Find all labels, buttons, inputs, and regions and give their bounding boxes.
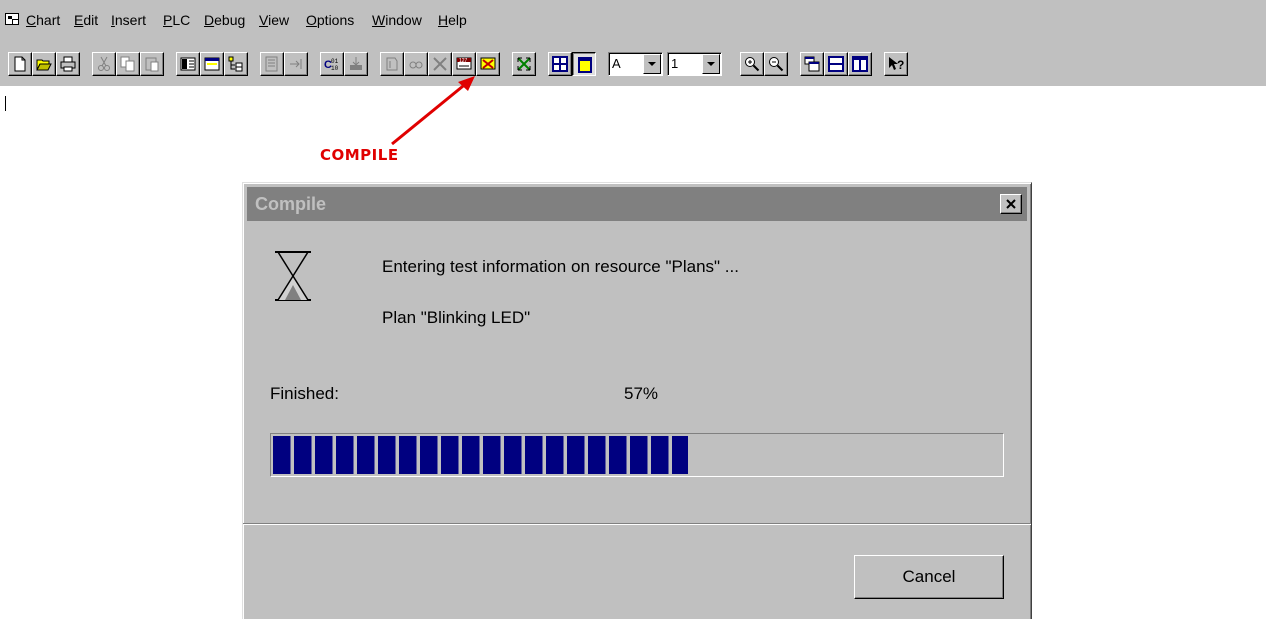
chevron-down-icon[interactable] xyxy=(702,54,720,74)
tile-horizontal-icon xyxy=(828,56,844,72)
menu-bar: Chart Edit Insert PLC Debug View Options… xyxy=(0,0,1266,38)
table-icon xyxy=(552,56,568,72)
breakpoint-icon xyxy=(433,57,447,71)
svg-text:127: 127 xyxy=(459,58,468,64)
plc-button[interactable] xyxy=(380,52,404,76)
menu-window[interactable]: Window xyxy=(372,11,422,29)
chart-window-icon[interactable] xyxy=(5,13,19,25)
step-icon xyxy=(290,59,302,69)
window-icon xyxy=(204,57,220,71)
plc-icon xyxy=(386,57,398,71)
tree-button[interactable] xyxy=(224,52,248,76)
progress-fill xyxy=(273,436,688,474)
step-button[interactable] xyxy=(284,52,308,76)
close-icon xyxy=(1006,199,1016,209)
list-button[interactable] xyxy=(260,52,284,76)
cascade-windows-button[interactable] xyxy=(800,52,824,76)
tile-vertical-icon xyxy=(852,56,868,72)
paste-button[interactable] xyxy=(140,52,164,76)
chevron-down-icon[interactable] xyxy=(643,54,661,74)
compile-dialog: Compile Entering test information on res… xyxy=(242,182,1032,619)
download-button[interactable] xyxy=(344,52,368,76)
page-view-button[interactable] xyxy=(572,52,596,76)
menu-options[interactable]: Options xyxy=(306,11,354,29)
list-icon xyxy=(265,56,278,72)
zoom-in-button[interactable] xyxy=(740,52,764,76)
copy-button[interactable] xyxy=(116,52,140,76)
tile-horizontal-button[interactable] xyxy=(824,52,848,76)
dialog-title-bar[interactable]: Compile xyxy=(247,187,1027,221)
finished-label: Finished: xyxy=(270,384,339,403)
context-help-button[interactable]: ? xyxy=(884,52,908,76)
close-button[interactable] xyxy=(1000,194,1022,214)
tree-icon xyxy=(228,56,243,72)
tile-vertical-button[interactable] xyxy=(848,52,872,76)
watch-button[interactable] xyxy=(404,52,428,76)
menu-view[interactable]: View xyxy=(259,11,289,29)
new-file-button[interactable] xyxy=(8,52,32,76)
menu-help[interactable]: Help xyxy=(438,11,467,29)
svg-text:?: ? xyxy=(897,58,904,72)
zoom-fit-button[interactable] xyxy=(512,52,536,76)
zoom-in-icon xyxy=(745,57,760,72)
progress-bar xyxy=(270,433,1004,477)
dialog-title: Compile xyxy=(255,194,327,214)
finished-percent: 57% xyxy=(624,384,659,403)
menu-plc[interactable]: PLC xyxy=(163,11,190,29)
unforce-icon xyxy=(480,57,496,70)
status-line-1: Entering test information on resource "P… xyxy=(382,257,739,276)
force-value-button[interactable]: 127 xyxy=(452,52,476,76)
size-combo[interactable]: 1 xyxy=(667,52,722,76)
cascade-windows-icon xyxy=(804,56,820,72)
force-value-icon: 127 xyxy=(456,57,472,70)
paste-icon xyxy=(145,57,159,72)
toolbar: C 01 10 127 A 1 ? xyxy=(0,38,1266,86)
status-line-2: Plan "Blinking LED" xyxy=(382,308,531,327)
page-icon xyxy=(578,57,592,73)
zoom-fit-icon xyxy=(517,57,531,71)
menu-chart[interactable]: Chart xyxy=(26,11,60,29)
zoom-out-button[interactable] xyxy=(764,52,788,76)
window-button[interactable] xyxy=(200,52,224,76)
download-icon xyxy=(350,57,362,70)
menu-insert[interactable]: Insert xyxy=(111,11,146,29)
dialog-separator xyxy=(243,523,1031,525)
layout-icon xyxy=(180,57,196,71)
cut-icon xyxy=(98,56,110,71)
context-help-icon: ? xyxy=(889,57,904,72)
open-file-button[interactable] xyxy=(32,52,56,76)
font-combo[interactable]: A xyxy=(608,52,663,76)
callout-arrow xyxy=(391,76,475,146)
hourglass-icon xyxy=(275,251,311,301)
open-folder-icon xyxy=(36,59,52,71)
layout-button[interactable] xyxy=(176,52,200,76)
watch-icon xyxy=(409,61,423,69)
zoom-out-icon xyxy=(769,57,784,72)
compile-button[interactable]: C 01 10 xyxy=(320,52,344,76)
print-button[interactable] xyxy=(56,52,80,76)
copy-icon xyxy=(120,56,135,72)
cut-button[interactable] xyxy=(92,52,116,76)
svg-text:10: 10 xyxy=(331,65,339,72)
font-combo-value: A xyxy=(612,56,621,71)
new-file-icon xyxy=(14,56,26,72)
breakpoint-button[interactable] xyxy=(428,52,452,76)
menu-edit[interactable]: Edit xyxy=(74,11,98,29)
menu-debug[interactable]: Debug xyxy=(204,11,245,29)
unforce-button[interactable] xyxy=(476,52,500,76)
svg-text:01: 01 xyxy=(331,58,339,65)
compile-callout-label: COMPILE xyxy=(320,146,399,164)
cancel-button[interactable]: Cancel xyxy=(854,555,1004,599)
table-view-button[interactable] xyxy=(548,52,572,76)
print-icon xyxy=(60,56,76,72)
size-combo-value: 1 xyxy=(671,56,679,71)
compile-icon: C 0110 xyxy=(324,58,339,72)
text-cursor xyxy=(5,96,6,111)
